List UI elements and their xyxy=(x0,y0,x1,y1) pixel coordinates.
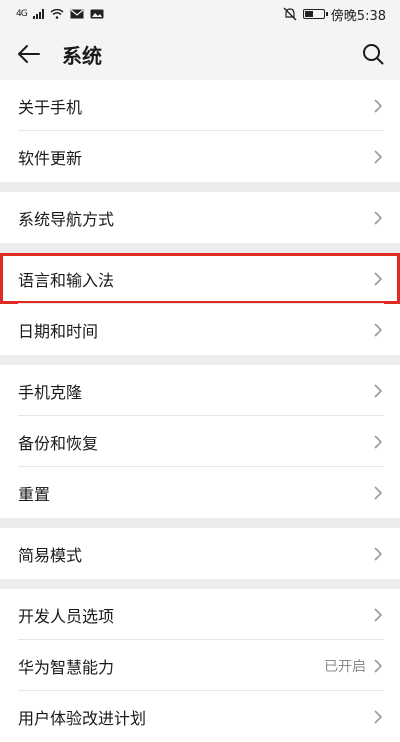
settings-group: 关于手机 软件更新 xyxy=(0,80,400,182)
settings-item-label: 备份和恢复 xyxy=(18,433,99,453)
mute-icon xyxy=(283,7,297,21)
settings-item-backup-restore[interactable]: 备份和恢复 xyxy=(0,416,400,467)
chevron-right-icon xyxy=(374,210,383,225)
chevron-right-icon xyxy=(374,434,383,449)
settings-item-reset[interactable]: 重置 xyxy=(0,467,400,518)
group-divider xyxy=(0,243,400,253)
settings-item-label: 系统导航方式 xyxy=(18,209,115,229)
chevron-right-icon xyxy=(374,546,383,561)
chevron-right-icon xyxy=(374,658,383,673)
group-divider xyxy=(0,579,400,589)
settings-item-date-time[interactable]: 日期和时间 xyxy=(0,304,400,355)
signal-icon xyxy=(32,9,44,19)
settings-item-simple-mode[interactable]: 简易模式 xyxy=(0,528,400,579)
settings-item-huawei-ai[interactable]: 华为智慧能力 已开启 xyxy=(0,640,400,691)
settings-item-label: 用户体验改进计划 xyxy=(18,708,147,728)
settings-item-label: 软件更新 xyxy=(18,148,83,168)
image-icon xyxy=(90,9,104,19)
settings-item-user-experience[interactable]: 用户体验改进计划 xyxy=(0,691,400,742)
settings-item-label: 语言和输入法 xyxy=(18,270,115,290)
network-type: 4G xyxy=(16,9,28,19)
chevron-right-icon xyxy=(374,98,383,113)
settings-item-label: 开发人员选项 xyxy=(18,606,115,626)
settings-item-about-phone[interactable]: 关于手机 xyxy=(0,80,400,131)
chevron-right-icon xyxy=(374,709,383,724)
chevron-right-icon xyxy=(374,149,383,164)
settings-item-phone-clone[interactable]: 手机克隆 xyxy=(0,365,400,416)
chevron-right-icon xyxy=(374,607,383,622)
settings-group: 简易模式 xyxy=(0,528,400,579)
page-title: 系统 xyxy=(62,43,102,68)
status-time: 傍晚5:38 xyxy=(330,8,386,24)
chevron-right-icon xyxy=(374,485,383,500)
chevron-right-icon xyxy=(374,322,383,337)
settings-item-software-update[interactable]: 软件更新 xyxy=(0,131,400,182)
chevron-right-icon xyxy=(374,271,383,286)
settings-group: 语言和输入法 日期和时间 xyxy=(0,253,400,355)
app-header: 系统 xyxy=(0,28,400,80)
settings-item-label: 重置 xyxy=(18,484,51,504)
settings-item-label: 简易模式 xyxy=(18,545,83,565)
settings-item-label: 关于手机 xyxy=(18,97,83,117)
settings-group: 手机克隆 备份和恢复 重置 xyxy=(0,365,400,518)
status-bar: 4G 傍晚5:38 xyxy=(0,0,400,28)
group-divider xyxy=(0,355,400,365)
settings-item-label: 日期和时间 xyxy=(18,321,99,341)
search-icon xyxy=(363,44,384,65)
settings-item-language-input[interactable]: 语言和输入法 xyxy=(0,253,400,304)
chevron-right-icon xyxy=(374,383,383,398)
wifi-icon xyxy=(50,9,64,19)
group-divider xyxy=(0,518,400,528)
settings-item-label: 华为智慧能力 xyxy=(18,657,115,677)
back-button[interactable] xyxy=(14,39,44,69)
settings-list: 关于手机 软件更新 系统导航方式 语言和输入法 日期和时间 手机克隆 备份和恢复… xyxy=(0,80,400,742)
settings-item-developer-options[interactable]: 开发人员选项 xyxy=(0,589,400,640)
back-arrow-icon xyxy=(18,45,40,63)
settings-item-navigation[interactable]: 系统导航方式 xyxy=(0,192,400,243)
settings-item-label: 手机克隆 xyxy=(18,382,83,402)
settings-item-value: 已开启 xyxy=(324,658,366,675)
search-button[interactable] xyxy=(358,39,388,69)
battery-icon xyxy=(302,9,328,19)
group-divider xyxy=(0,182,400,192)
settings-group: 开发人员选项 华为智慧能力 已开启 用户体验改进计划 xyxy=(0,589,400,742)
mail-icon xyxy=(70,9,84,19)
settings-group: 系统导航方式 xyxy=(0,192,400,243)
